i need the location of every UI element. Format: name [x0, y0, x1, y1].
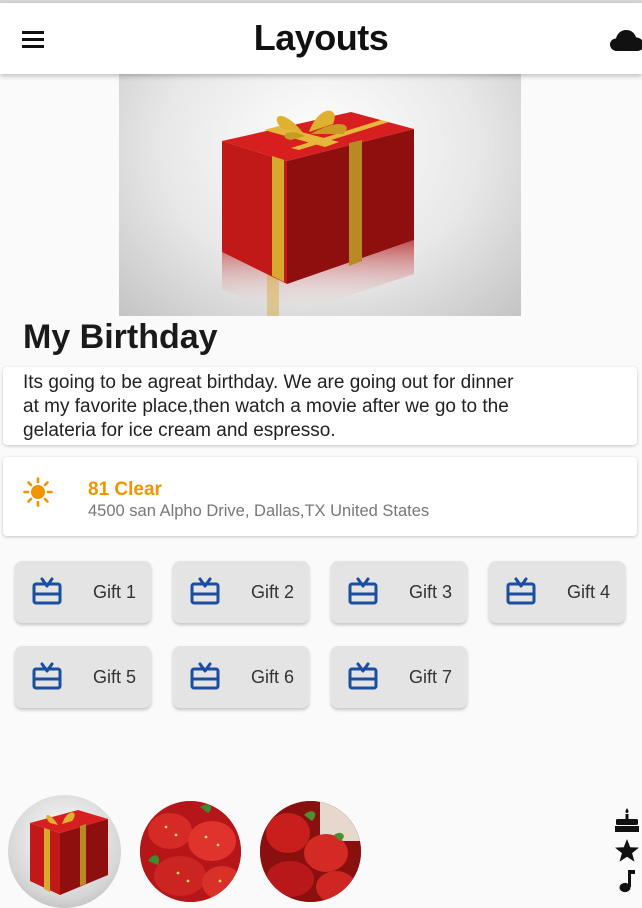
card-giftcard-icon — [348, 662, 378, 690]
gift-label: Gift 2 — [251, 582, 295, 602]
gift-button-4[interactable]: Gift 4 — [489, 561, 625, 623]
avatar-strawberries[interactable] — [140, 801, 241, 902]
header-image — [119, 74, 521, 316]
card-giftcard-icon — [32, 662, 62, 690]
gift-button-2[interactable]: Gift 2 — [173, 561, 309, 623]
gift-label: Gift 5 — [93, 667, 137, 687]
gift-button-1[interactable]: Gift 1 — [15, 561, 151, 623]
app-title: Layouts — [253, 17, 389, 58]
gift-label: Gift 7 — [409, 667, 453, 687]
birthday-description: Its going to be agreat birthday. We are … — [23, 372, 514, 441]
card-giftcard-icon — [190, 662, 220, 690]
gift-button-5[interactable]: Gift 5 — [15, 646, 151, 708]
gift-label: Gift 3 — [409, 582, 453, 602]
app-bar: Layouts — [0, 3, 642, 74]
card-giftcard-icon — [506, 577, 536, 605]
star-icon[interactable] — [614, 838, 640, 864]
sunny-icon — [23, 477, 53, 507]
cake-icon[interactable] — [614, 807, 640, 833]
weather-card: 81 Clear 4500 san Alpho Drive, Dallas,TX… — [3, 457, 637, 536]
description-card: Its going to be agreat birthday. We are … — [3, 367, 637, 445]
card-giftcard-icon — [32, 577, 62, 605]
music-note-icon[interactable] — [614, 868, 640, 894]
card-giftcard-icon — [348, 577, 378, 605]
cloud-icon[interactable] — [610, 29, 642, 53]
weather-address: 4500 san Alpho Drive, Dallas,TX United S… — [88, 502, 430, 520]
gift-label: Gift 4 — [567, 582, 611, 602]
avatar-gift-box[interactable] — [8, 795, 121, 908]
card-giftcard-icon — [190, 577, 220, 605]
gift-button-6[interactable]: Gift 6 — [173, 646, 309, 708]
gift-label: Gift 1 — [93, 582, 137, 602]
gift-button-7[interactable]: Gift 7 — [331, 646, 467, 708]
gift-button-3[interactable]: Gift 3 — [331, 561, 467, 623]
weather-summary: 81 Clear — [88, 479, 162, 500]
birthday-title: My Birthday — [23, 318, 218, 356]
gift-label: Gift 6 — [251, 667, 295, 687]
avatar-strawberries-basket[interactable] — [260, 801, 361, 902]
